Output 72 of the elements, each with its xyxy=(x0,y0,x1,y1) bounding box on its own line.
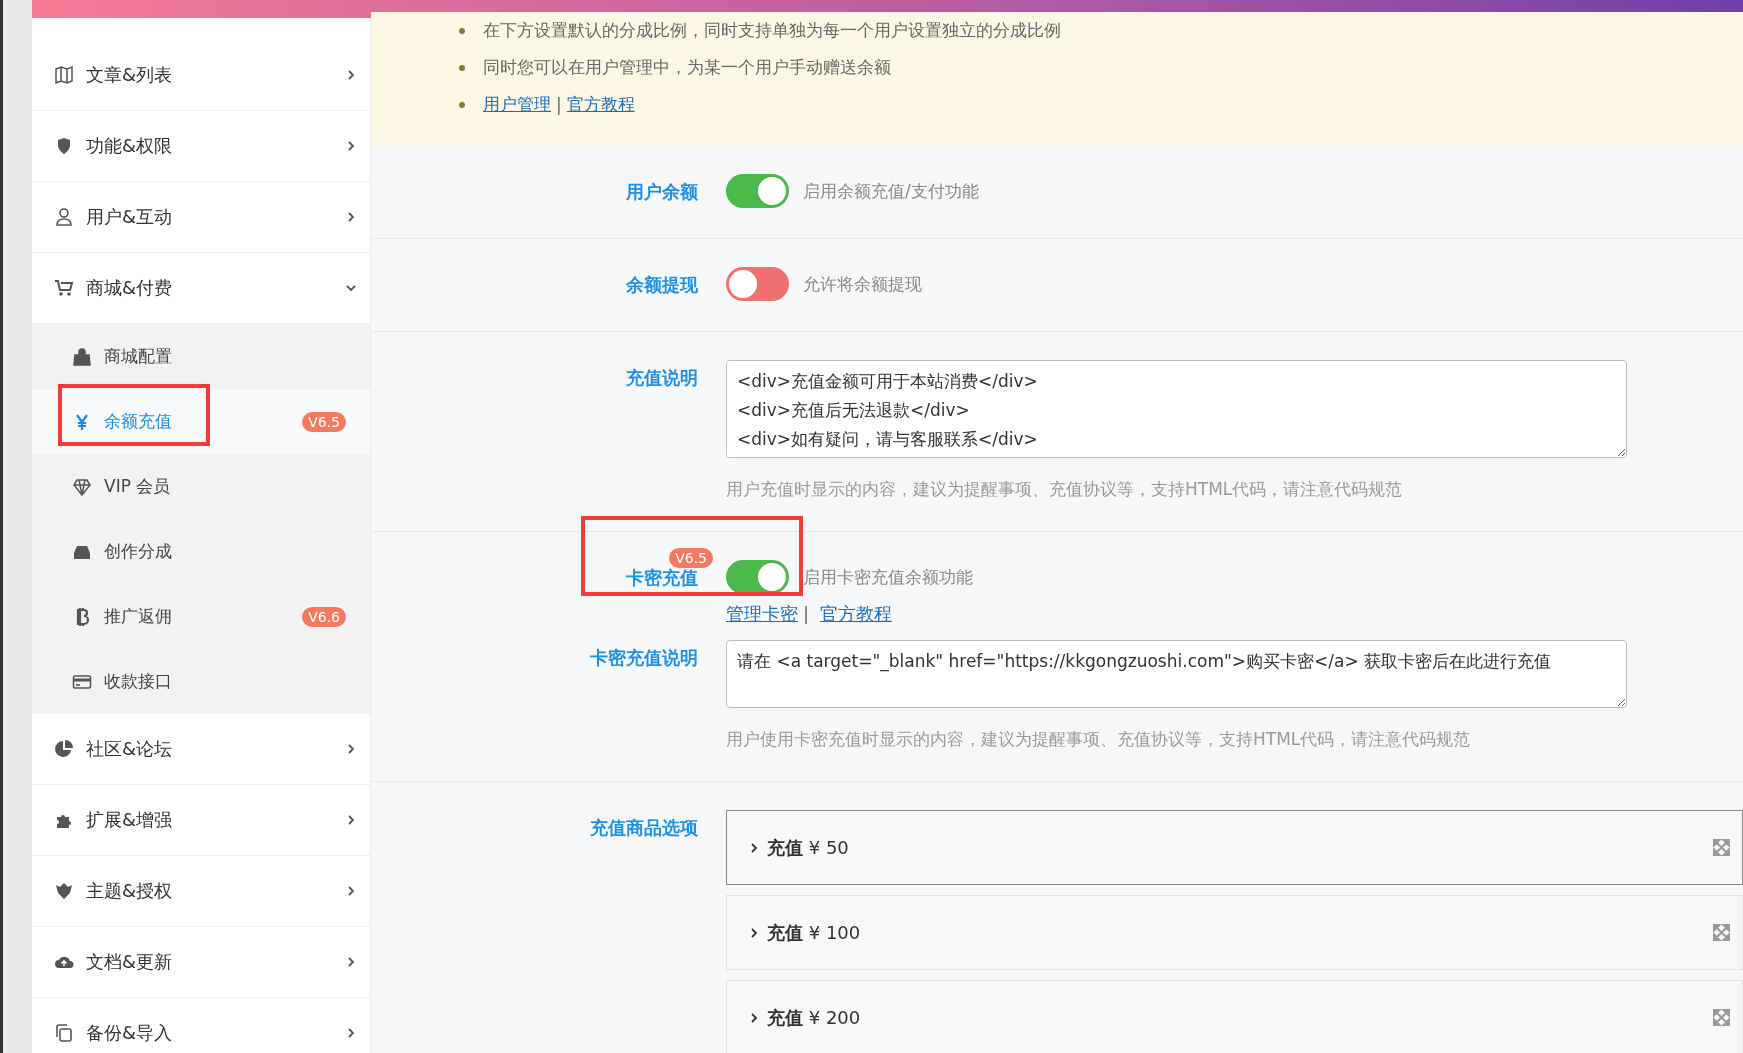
toggle-switch[interactable] xyxy=(726,174,789,208)
user-icon xyxy=(54,207,74,227)
submenu-item[interactable]: VIP 会员 xyxy=(32,454,370,519)
expand-icon xyxy=(1713,839,1730,856)
version-badge: V6.6 xyxy=(302,606,346,627)
item-title: 充值 ¥ 50 xyxy=(767,835,850,860)
version-badge: V6.5 xyxy=(302,411,346,432)
chevron-right-icon xyxy=(749,842,759,853)
menu-item[interactable]: 备份&导入 xyxy=(32,998,370,1053)
notice-text: 同时您可以在用户管理中，为某一个用户手动赠送余额 xyxy=(483,56,891,79)
menu-item[interactable]: 用户&互动 xyxy=(32,182,370,253)
chevron-right-icon xyxy=(346,886,356,896)
field-label: 充值说明 xyxy=(626,366,698,390)
notice-link[interactable]: 用户管理 xyxy=(483,93,551,116)
accordion-item[interactable]: 充值 ¥ 100 xyxy=(726,895,1743,970)
field-label: 卡密充值说明 xyxy=(590,646,698,670)
chevron-right-icon xyxy=(346,957,356,967)
chevron-right-icon xyxy=(346,744,356,754)
accordion-item[interactable]: 充值 ¥ 200 xyxy=(726,980,1743,1053)
item-title: 充值 ¥ 100 xyxy=(767,920,862,945)
chevron-right-icon xyxy=(346,1028,356,1038)
expand-icon xyxy=(1713,924,1730,941)
separator-text: | xyxy=(803,603,810,624)
chevron-right-icon xyxy=(346,212,356,222)
bullet-icon xyxy=(459,101,465,108)
menu-item[interactable]: 主题&授权 xyxy=(32,856,370,927)
field-label: 卡密充值 xyxy=(626,566,698,590)
notice-text: 在下方设置默认的分成比例，同时支持单独为每一个用户设置独立的分成比例 xyxy=(483,19,1061,42)
toggle-switch[interactable] xyxy=(726,267,789,301)
bag-icon xyxy=(72,346,92,367)
toggle-switch[interactable] xyxy=(726,560,789,594)
item-title: 充值 ¥ 200 xyxy=(767,1005,862,1030)
help-text: 用户使用卡密充值时显示的内容，建议为提醒事项、充值协议等，支持HTML代码，请注意代码规范 xyxy=(726,728,1472,751)
help-link[interactable]: 官方教程 xyxy=(819,603,892,624)
diamond-icon xyxy=(72,476,92,497)
separator-text: | xyxy=(556,94,562,115)
submenu-item[interactable]: 商城配置 xyxy=(32,324,370,389)
accordion-item[interactable]: 充值 ¥ 50 xyxy=(726,810,1743,885)
bullet-icon xyxy=(459,64,465,71)
menu-item[interactable]: 文章&列表 xyxy=(32,40,370,111)
help-link[interactable]: 管理卡密 xyxy=(726,603,798,624)
chevron-right-icon xyxy=(346,70,356,80)
toggle-label: 启用余额充值/支付功能 xyxy=(803,179,979,203)
submenu-item[interactable]: 推广返佣 V6.6 xyxy=(32,584,370,649)
bullet-icon xyxy=(459,27,465,34)
text-area[interactable]: 请在 <a target="_blank" href="https://kkgongzuoshi.com">购买卡密</a> 获取卡密后在此进行充值 xyxy=(726,640,1627,708)
toggle-label: 允许将余额提现 xyxy=(803,272,922,296)
version-badge: V6.5 xyxy=(669,548,713,568)
copy-icon xyxy=(54,1023,74,1043)
menu-item[interactable]: 社区&论坛 xyxy=(32,714,370,785)
chevron-right-icon xyxy=(749,1012,759,1023)
chevron-right-icon xyxy=(346,815,356,825)
menu-item[interactable]: 扩展&增强 xyxy=(32,785,370,856)
submenu-item[interactable]: 收款接口 xyxy=(32,649,370,714)
chevron-down-icon xyxy=(346,283,356,293)
menu-item[interactable]: 文档&更新 xyxy=(32,927,370,998)
pie-chart-icon xyxy=(54,739,74,759)
text-area[interactable]: <div>充值金额可用于本站消费</div> <div>充值后无法退款</div> <div>如有疑问，请与客服联系</div> xyxy=(726,360,1627,458)
notice-link[interactable]: 官方教程 xyxy=(566,93,635,116)
emblem-icon xyxy=(54,881,74,901)
chevron-right-icon xyxy=(749,927,759,938)
map-icon xyxy=(54,65,74,85)
help-text: 用户充值时显示的内容，建议为提醒事项、充值协议等，支持HTML代码，请注意代码规范 xyxy=(726,478,1404,501)
submenu-item[interactable]: 创作分成 xyxy=(32,519,370,584)
chevron-right-icon xyxy=(346,141,356,151)
expand-icon xyxy=(1713,1009,1730,1026)
field-label: 充值商品选项 xyxy=(590,816,698,840)
menu-item[interactable]: 功能&权限 xyxy=(32,111,370,182)
field-label: 余额提现 xyxy=(626,273,698,297)
cart-icon xyxy=(54,278,74,298)
field-label: 用户余额 xyxy=(626,180,698,204)
toggle-label: 启用卡密充值余额功能 xyxy=(803,565,973,589)
